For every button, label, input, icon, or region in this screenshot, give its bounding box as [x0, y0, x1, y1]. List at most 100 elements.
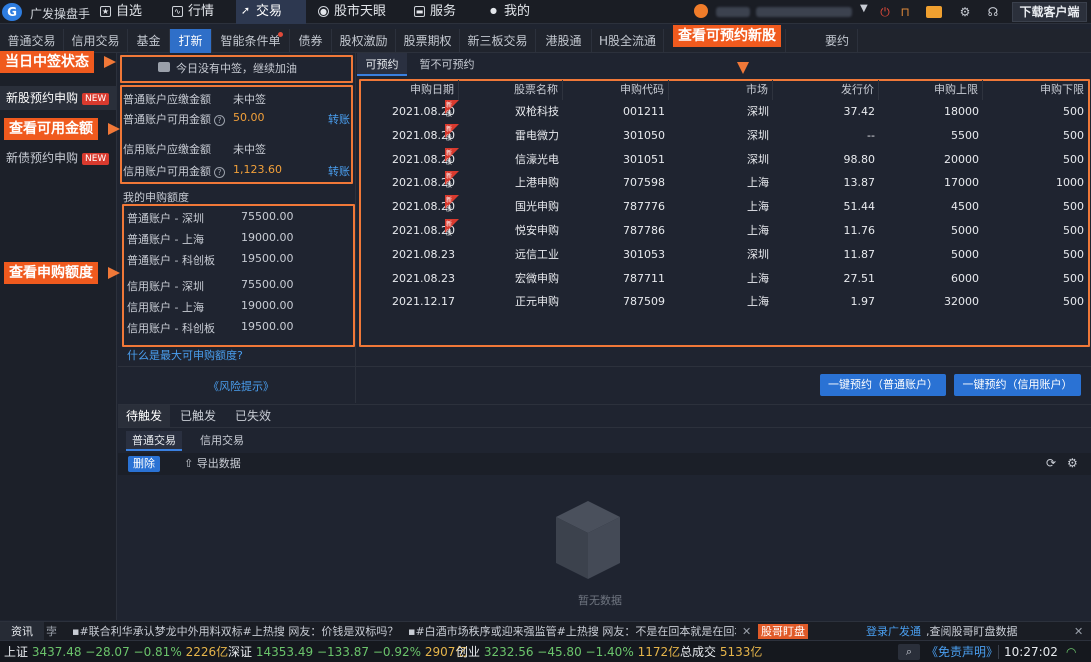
col-header[interactable]: 市场 [669, 80, 773, 100]
cy-index[interactable]: 创业 3232.56 −45.80 −1.40% 1172亿 [456, 641, 680, 662]
tab-triggered[interactable]: 已触发 [170, 405, 226, 427]
new-stock-tag-icon: 新股 [445, 171, 459, 189]
account-selector[interactable]: ▼ [694, 3, 870, 21]
sidebar-item-bond-subscribe[interactable]: 新债预约申购 NEW [0, 146, 117, 170]
news-item[interactable]: ▪#白酒市场秩序或迎来强监管#上热搜 网友：不是在回本就是在回本 [408, 622, 736, 641]
tab-normal-trade[interactable]: 普通交易 [0, 29, 64, 53]
cell-min: 500 [1063, 247, 1084, 261]
download-client-button[interactable]: 下载客户端 [1012, 2, 1087, 22]
sub-tabs: 普通交易 信用交易 基金 打新 智能条件单 债券 股权激励 股票期权 新三板交易… [0, 29, 1091, 53]
new-badge: NEW [82, 92, 110, 105]
stock-watch-badge[interactable]: 股哥盯盘 [758, 624, 808, 639]
disclaimer-link[interactable]: 《免责声明》 [926, 641, 998, 662]
col-header[interactable]: 股票名称 [459, 80, 563, 100]
tab-pending[interactable]: 待触发 [118, 405, 170, 427]
power-icon[interactable]: ⏻ [878, 5, 892, 19]
nav-watchlist[interactable]: ★ 自选 [96, 0, 160, 24]
cell-max: 18000 [944, 105, 979, 118]
export-button[interactable]: ⇧ 导出数据 [184, 456, 241, 472]
tab-smart-order[interactable]: 智能条件单 [212, 29, 290, 53]
table-row[interactable]: 2021.08.20 上港申购 707598 上海 13.87 17000 1000 新股 [359, 171, 1088, 195]
sh-index[interactable]: 上证 3437.48 −28.07 −0.81% 2226亿 [4, 641, 228, 662]
cell-code: 001211 [623, 105, 665, 118]
tab-equity-incentive[interactable]: 股权激励 [332, 29, 396, 53]
mail-icon[interactable] [926, 6, 942, 18]
sidebar-item-ipo-subscribe[interactable]: 新股预约申购 NEW [0, 86, 117, 110]
lock-icon[interactable]: ⊓ [898, 5, 912, 19]
tab-expired[interactable]: 已失效 [226, 405, 280, 427]
table-row[interactable]: 2021.08.20 雷电微力 301050 深圳 -- 5500 500 新股 [359, 123, 1088, 148]
tab-subscribable[interactable]: 可预约 [357, 53, 407, 76]
cell-min: 500 [1063, 224, 1084, 237]
close-icon[interactable]: ✕ [742, 622, 751, 641]
app-window: G 广发操盘手 ★ 自选 ∿ 行情 ➚ 交易 ● 股市天眼 ▬ 服务 ● 我的 ▼ ⏻ ⊓ … [0, 0, 1091, 662]
col-header[interactable]: 申购下限 [983, 80, 1088, 100]
callout-available: 查看可用金额 [4, 118, 98, 140]
chart-icon: ∿ [172, 6, 183, 17]
index-bar: 上证 3437.48 −28.07 −0.81% 2226亿 深证 14353.… [0, 640, 1091, 662]
table-row[interactable]: 2021.08.20 悦安申购 787786 上海 11.76 5000 500 新股 [359, 219, 1088, 243]
table-row[interactable]: 2021.08.23 宏微申购 787711 上海 27.51 6000 500 [359, 267, 1088, 291]
login-link[interactable]: 登录广发通 [866, 622, 921, 641]
order-panel: 待触发 已触发 已失效 普通交易 信用交易 删除 ⇧ 导出数据 ⟳ ⚙ 暂无数据 [118, 404, 1091, 620]
cell-market: 上海 [747, 176, 769, 190]
search-icon[interactable]: ⌕ [898, 644, 920, 660]
nav-service[interactable]: ▬ 服务 [410, 0, 474, 24]
tab-hk-connect[interactable]: 港股通 [536, 29, 592, 53]
eye-icon: ● [318, 6, 329, 17]
tag-label: 新股 [446, 221, 453, 237]
col-header[interactable]: 发行价 [773, 80, 879, 100]
news-item[interactable]: ▪#联合利华承认梦龙中外用料双标#上热搜 网友：价钱是双标吗？ [72, 622, 398, 641]
tab-stock-options[interactable]: 股票期权 [396, 29, 460, 53]
one-click-credit-button[interactable]: 一键预约（信用账户） [954, 374, 1081, 396]
risk-notice-link[interactable]: 《风险提示》 [208, 378, 274, 394]
cell-date: 2021.08.23 [392, 247, 455, 261]
available-highlight-box [120, 85, 353, 184]
top-bar: G 广发操盘手 ★ 自选 ∿ 行情 ➚ 交易 ● 股市天眼 ▬ 服务 ● 我的 ▼ ⏻ ⊓ … [0, 0, 1091, 24]
cell-date: 2021.08.20 [392, 200, 455, 214]
headset-icon[interactable]: ☊ [986, 5, 1000, 19]
nav-mine[interactable]: ● 我的 [484, 0, 548, 24]
app-name: 广发操盘手 [30, 7, 91, 21]
tab-tender-offer[interactable]: 要约 [786, 29, 858, 53]
tab-h-share[interactable]: H股全流通 [592, 29, 664, 53]
cell-code: 301051 [623, 152, 665, 166]
sz-index[interactable]: 深证 14353.49 −133.87 −0.92% 2907亿 [228, 641, 467, 662]
tab-credit-trade[interactable]: 信用交易 [64, 29, 128, 53]
nav-sky-eye[interactable]: ● 股市天眼 [314, 0, 400, 24]
tab-fund[interactable]: 基金 [128, 29, 170, 53]
table-row[interactable]: 2021.08.20 信濠光电 301051 深圳 98.80 20000 500 新股 [359, 147, 1088, 172]
tab-bonds[interactable]: 债券 [290, 29, 332, 53]
col-header[interactable]: 申购代码 [563, 80, 669, 100]
cell-code: 787509 [623, 295, 665, 309]
close-icon[interactable]: ✕ [1074, 622, 1083, 641]
max-quota-help-link[interactable]: 什么是最大可申购额度? [127, 347, 243, 363]
col-header[interactable]: 申购日期 [359, 80, 459, 100]
cell-date: 2021.08.20 [392, 152, 455, 166]
table-row[interactable]: 2021.08.20 双枪科技 001211 深圳 37.42 18000 500 新股 [359, 100, 1088, 124]
cell-price: 51.44 [843, 200, 876, 214]
subtab-credit[interactable]: 信用交易 [194, 431, 250, 451]
tab-not-subscribable[interactable]: 暂不可预约 [409, 53, 485, 76]
tab-neeq[interactable]: 新三板交易 [460, 29, 536, 53]
arrow-right-icon [104, 56, 116, 68]
subtab-normal[interactable]: 普通交易 [126, 431, 182, 451]
col-header[interactable]: 申购上限 [879, 80, 983, 100]
table-row[interactable]: 2021.08.23 远信工业 301053 深圳 11.87 5000 500 [359, 243, 1088, 267]
cell-max: 17000 [944, 176, 979, 190]
delete-button[interactable]: 删除 [128, 456, 160, 472]
callout-status: 当日中签状态 [0, 51, 94, 73]
table-row[interactable]: 2021.08.20 国光申购 787776 上海 51.44 4500 500 新股 [359, 195, 1088, 219]
cell-min: 500 [1063, 271, 1084, 285]
cell-market: 深圳 [747, 105, 769, 118]
table-row[interactable]: 2021.12.17 正元申购 787509 上海 1.97 32000 500 [359, 290, 1088, 314]
refresh-icon[interactable]: ⟳ [1046, 456, 1056, 470]
one-click-normal-button[interactable]: 一键预约（普通账户） [820, 374, 946, 396]
new-badge: NEW [82, 152, 110, 165]
nav-trade[interactable]: ➚ 交易 [236, 0, 306, 24]
nav-market[interactable]: ∿ 行情 [168, 0, 232, 24]
tab-ipo[interactable]: 打新 [170, 29, 212, 53]
toolbar [118, 453, 1091, 475]
gear-icon[interactable]: ⚙ [958, 5, 972, 19]
settings-icon[interactable]: ⚙ [1067, 456, 1078, 470]
